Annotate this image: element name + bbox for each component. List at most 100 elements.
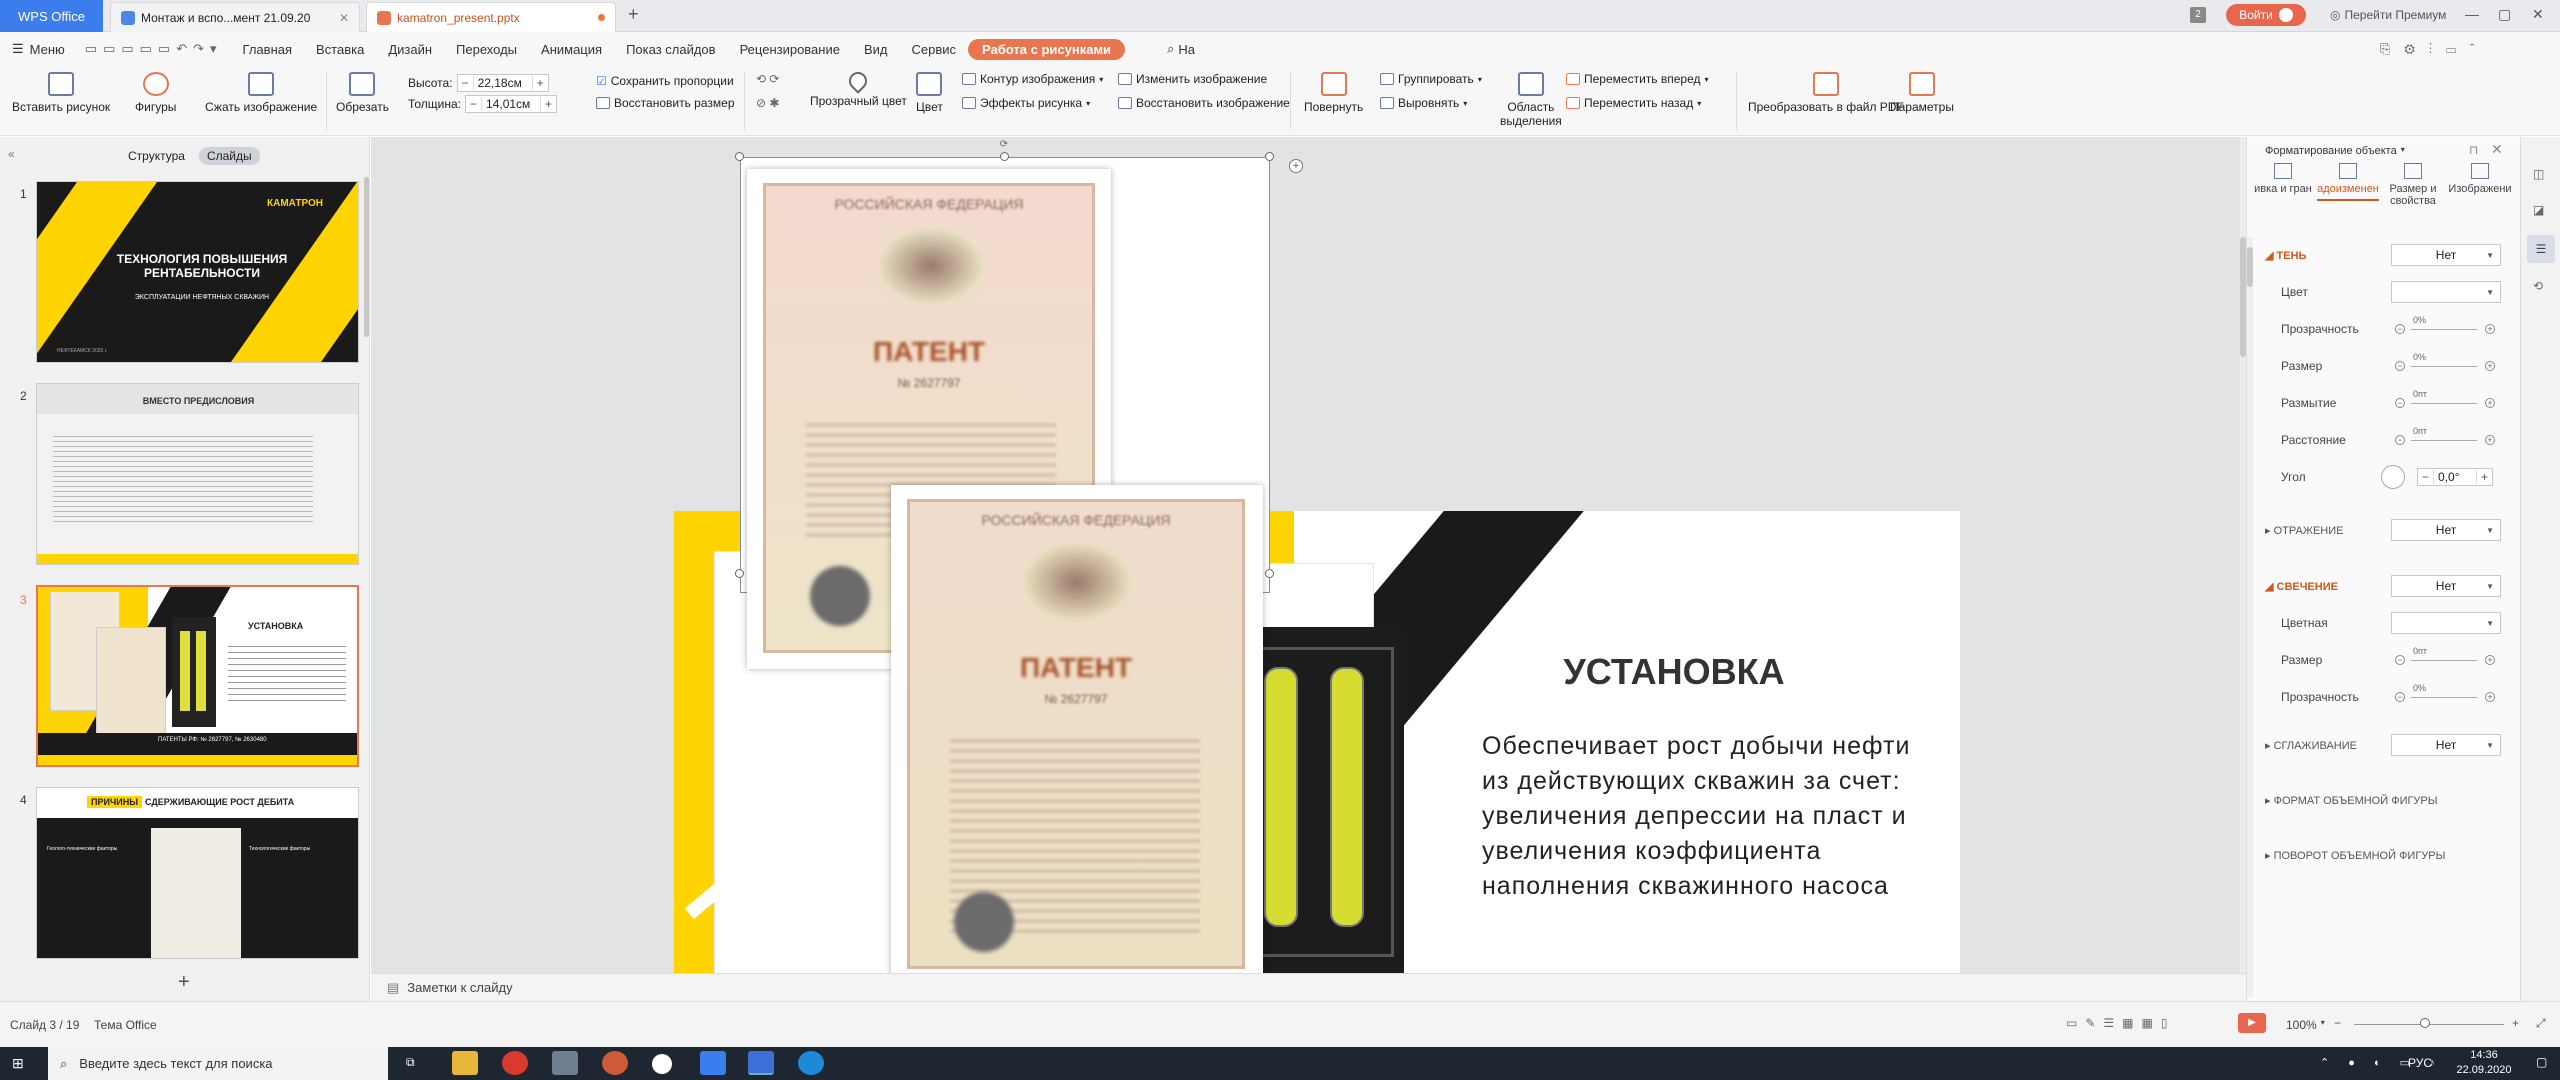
rotate-button[interactable]: Повернуть	[1304, 72, 1363, 114]
minus-icon[interactable]: −	[2395, 435, 2405, 445]
height-field[interactable]: −22,18см +	[456, 74, 549, 92]
history-icon[interactable]: ⟲	[2533, 279, 2543, 293]
plus-icon[interactable]: +	[540, 97, 556, 111]
width-field[interactable]: −14,01см +	[465, 95, 558, 113]
format-panel-icon[interactable]: ◫	[2533, 167, 2544, 181]
tab-tools[interactable]: Сервис	[900, 42, 969, 57]
crop-button[interactable]: Обрезать	[336, 72, 389, 114]
zoom-in-button[interactable]: +	[2512, 1016, 2519, 1030]
plus-icon[interactable]: +	[2485, 692, 2495, 702]
rotation-3d-section[interactable]: ▸ ПОВОРОТ ОБЪЕМНОЙ ФИГУРЫ	[2247, 840, 2521, 870]
search-box[interactable]: ⌕ На	[1155, 41, 1207, 57]
plus-icon[interactable]: +	[2476, 470, 2492, 484]
reflection-section[interactable]: ▸ ОТРАЖЕНИЕ Нет ▼	[2247, 515, 2521, 545]
shadow-size-slider[interactable]: −0% +	[2395, 352, 2495, 374]
resize-handle[interactable]	[1265, 569, 1274, 578]
shadow-dropdown[interactable]: Нет ▼	[2391, 244, 2501, 266]
angle-dial-icon[interactable]	[2381, 465, 2405, 489]
photos-icon[interactable]	[700, 1051, 726, 1075]
taskbar-search-box[interactable]: ⌕ Введите здесь текст для поиска	[48, 1047, 388, 1080]
insert-picture-button[interactable]: Вставить рисунок	[12, 72, 110, 114]
close-panel-icon[interactable]: ✕	[2491, 141, 2503, 158]
tab-slides[interactable]: Слайды	[198, 147, 260, 165]
resize-handle[interactable]	[735, 569, 744, 578]
tab-transitions[interactable]: Переходы	[444, 42, 529, 57]
smoothing-section[interactable]: ▸ СГЛАЖИВАНИЕ Нет ▼	[2247, 730, 2521, 760]
plus-icon[interactable]: +	[2485, 361, 2495, 371]
wps-office-tab[interactable]: WPS Office	[0, 0, 103, 32]
panel-title[interactable]: Форматирование объекта ▾	[2265, 145, 2405, 157]
file-explorer-icon[interactable]	[452, 1051, 478, 1075]
shadow-transparency-slider[interactable]: −0% +	[2395, 315, 2495, 337]
minus-icon[interactable]: −	[2395, 655, 2405, 665]
play-slideshow-button[interactable]: ▶	[2238, 1013, 2266, 1033]
tab-picture[interactable]: Изображени	[2447, 163, 2513, 195]
calculator-icon[interactable]	[552, 1051, 578, 1075]
shadow-blur-slider[interactable]: −0пт +	[2395, 389, 2495, 411]
plus-icon[interactable]: +	[2485, 324, 2495, 334]
shadow-distance-slider[interactable]: −0пт +	[2395, 426, 2495, 448]
edge-icon[interactable]	[798, 1051, 824, 1075]
zoom-slider-thumb[interactable]	[2420, 1018, 2430, 1028]
outline-button[interactable]: Контур изображения ▾	[962, 72, 1103, 86]
close-window-button[interactable]: ✕	[2532, 6, 2544, 23]
plus-icon[interactable]: +	[2485, 435, 2495, 445]
effects-button[interactable]: Эффекты рисунка ▾	[962, 96, 1090, 110]
slide-thumbnail-3[interactable]: УСТАНОВКА ПАТЕНТЫ РФ: № 2627797, № 26304…	[36, 585, 359, 767]
adjustments-icon[interactable]: ☰	[2527, 235, 2555, 263]
tab-slideshow[interactable]: Показ слайдов	[614, 42, 728, 57]
quick-access-toolbar[interactable]: ▭▭▭▭▭↶↷▾	[77, 41, 231, 57]
plus-icon[interactable]: +	[531, 76, 548, 90]
rotate-icons-bottom[interactable]: ⊘ ✱	[756, 96, 779, 110]
minimize-button[interactable]: —	[2465, 6, 2479, 22]
slide-body[interactable]: Обеспечивает рост добычи нефти из действ…	[1482, 729, 1922, 904]
panel-scrollbar[interactable]	[2247, 237, 2253, 997]
tab-animation[interactable]: Анимация	[529, 42, 614, 57]
minus-icon[interactable]: −	[2395, 398, 2405, 408]
main-menu-button[interactable]: ☰ Меню	[0, 41, 77, 57]
align-button[interactable]: Выровнять ▾	[1380, 96, 1467, 110]
glow-transparency-slider[interactable]: −0% +	[2395, 683, 2495, 705]
parameters-button[interactable]: Параметры	[1890, 72, 1954, 114]
zoom-out-button[interactable]: −	[2334, 1016, 2341, 1030]
tab-effects[interactable]: адоизменен	[2317, 163, 2379, 201]
input-language[interactable]: РУС	[2408, 1056, 2432, 1070]
login-button[interactable]: Войти	[2226, 4, 2306, 26]
reflection-dropdown[interactable]: Нет ▼	[2391, 519, 2501, 541]
scroll-thumb[interactable]	[2247, 247, 2253, 287]
window-count-badge[interactable]: 2	[2190, 7, 2206, 23]
yandex-browser-icon[interactable]	[502, 1051, 528, 1075]
maximize-button[interactable]: ▢	[2498, 6, 2511, 23]
restore-image-button[interactable]: Восстановить изображение	[1118, 96, 1290, 110]
slide-thumbnail-2[interactable]: ВМЕСТО ПРЕДИСЛОВИЯ	[36, 383, 359, 565]
convert-to-pdf-button[interactable]: Преобразовать в файл PDF	[1748, 72, 1904, 114]
group-button[interactable]: Группировать ▾	[1380, 72, 1482, 86]
notifications-icon[interactable]: ▢	[2536, 1055, 2547, 1069]
minus-icon[interactable]: −	[466, 97, 483, 111]
clock-date[interactable]: 22.09.2020	[2444, 1064, 2524, 1076]
premium-button[interactable]: ◎ Перейти Премиум	[2330, 8, 2446, 22]
rotate-handle-icon[interactable]: ⟳	[997, 139, 1011, 150]
windows-start-icon[interactable]: ⊞	[12, 1055, 24, 1072]
add-slide-button[interactable]: +	[178, 971, 190, 994]
minus-icon[interactable]: −	[2395, 692, 2405, 702]
resize-handle[interactable]	[1000, 152, 1009, 161]
view-mode-icons[interactable]: ▭✎☰▦▦▯	[2066, 1016, 2175, 1030]
tab-fill-line[interactable]: ивка и гран	[2253, 163, 2313, 195]
slide-thumbnail-4[interactable]: ПРИЧИНЫ СДЕРЖИВАЮЩИЕ РОСТ ДЕБИТА Геолого…	[36, 787, 359, 959]
layout-options-icon[interactable]: +	[1289, 159, 1303, 173]
transparent-color-button[interactable]: Прозрачный цвет	[810, 68, 907, 108]
resize-handle[interactable]	[1265, 152, 1274, 161]
glow-size-slider[interactable]: −0пт +	[2395, 646, 2495, 668]
color-button[interactable]: Цвет	[916, 72, 943, 114]
new-tab-button[interactable]: +	[628, 4, 639, 25]
glow-dropdown[interactable]: Нет ▼	[2391, 575, 2501, 597]
tab-structure[interactable]: Структура	[120, 147, 193, 165]
keep-ratio-checkbox[interactable]: ☑ Сохранить пропорции	[596, 74, 734, 88]
tab-picture-tools[interactable]: Работа с рисунками	[968, 38, 1126, 60]
glow-section[interactable]: ◢ СВЕЧЕНИЕ Нет ▼	[2247, 571, 2521, 601]
tab-size-properties[interactable]: Размер и свойства	[2383, 163, 2443, 207]
slide-title[interactable]: УСТАНОВКА	[1414, 651, 1934, 693]
task-view-icon[interactable]: ⧉	[406, 1055, 415, 1070]
change-image-button[interactable]: Изменить изображение	[1118, 72, 1267, 86]
